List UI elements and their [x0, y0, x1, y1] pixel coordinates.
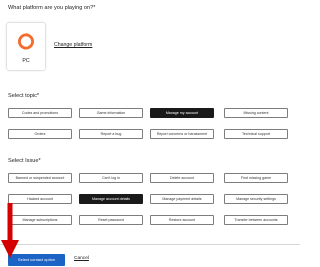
topic-option-technical-support[interactable]: Technical support — [224, 129, 288, 139]
issue-option-restore-account[interactable]: Restore account — [150, 215, 214, 225]
origin-logo-icon — [18, 32, 34, 50]
platform-card-pc[interactable]: PC — [7, 23, 45, 70]
topic-option-missing-content[interactable]: Missing content — [224, 108, 288, 118]
topic-option-orders[interactable]: Orders — [8, 129, 72, 139]
issue-option-transfer-between-accounts[interactable]: Transfer between accounts — [224, 215, 288, 225]
red-arrow-annotation-icon — [1, 203, 19, 258]
topic-option-game-information[interactable]: Game information — [79, 108, 143, 118]
cancel-link[interactable]: Cancel — [74, 256, 89, 261]
issue-option-reset-password[interactable]: Reset password — [79, 215, 143, 225]
topic-option-report-a-bug[interactable]: Report a bug — [79, 129, 143, 139]
topic-heading: Select topic* — [8, 93, 40, 99]
platform-heading: What platform are you playing on?* — [8, 5, 96, 11]
issue-heading: Select Issue* — [8, 158, 41, 164]
issue-option-find-missing-game[interactable]: Find missing game — [224, 173, 288, 183]
footer-divider — [0, 244, 300, 245]
change-platform-link[interactable]: Change platform — [54, 42, 92, 48]
issue-option-manage-account-details[interactable]: Manage account details — [79, 194, 143, 204]
issue-option-delete-account[interactable]: Delete account — [150, 173, 214, 183]
topic-option-report-concerns-or-harassment[interactable]: Report concerns or harassment — [150, 129, 214, 139]
issue-option-manage-payment-details[interactable]: Manage payment details — [150, 194, 214, 204]
topic-option-codes-and-promotions[interactable]: Codes and promotions — [8, 108, 72, 118]
issue-option-banned-or-suspended-account[interactable]: Banned or suspended account — [8, 173, 72, 183]
platform-label: PC — [22, 58, 30, 64]
issue-option-manage-security-settings[interactable]: Manage security settings — [224, 194, 288, 204]
issue-option-can-t-log-in[interactable]: Can't log in — [79, 173, 143, 183]
topic-option-manage-my-account[interactable]: Manage my account — [150, 108, 214, 118]
